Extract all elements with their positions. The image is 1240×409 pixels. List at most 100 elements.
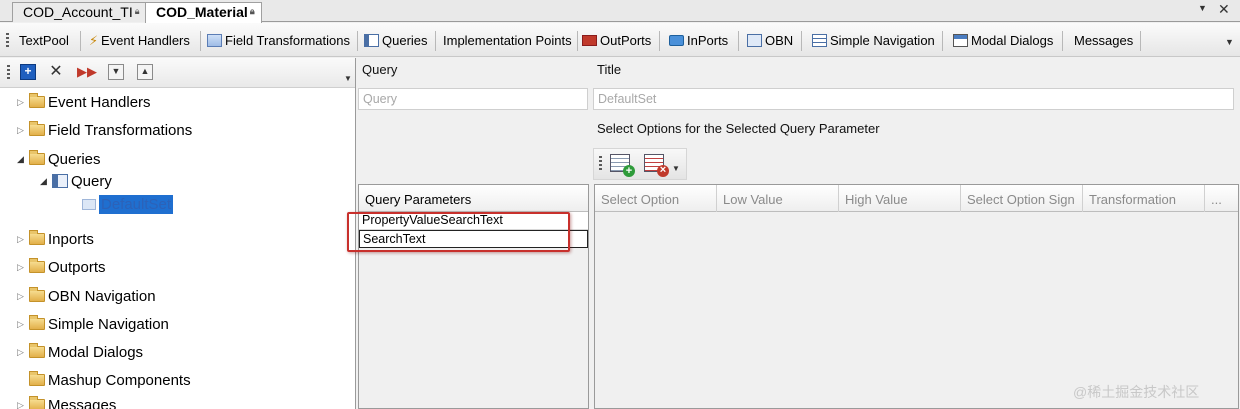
pin-icon[interactable]: 🔒︎ [135,6,140,16]
toolbar-separator [577,31,578,51]
toolbar-label: Messages [1074,32,1134,48]
select-options-label: Select Options for the Selected Query Pa… [597,121,880,136]
add-icon[interactable]: + [20,64,36,80]
toolbar-separator [738,31,739,51]
tree-node-label: DefaultSet [101,195,172,213]
select-options-toolbar: ▼ [593,148,687,180]
toolbar-overflow-icon[interactable]: ▼ [344,74,352,83]
expand-arrow-icon[interactable]: ▷ [17,400,29,409]
dataset-icon [82,198,96,210]
tree-pane: + ✕ ▶▶ ▼ ▲ ▼ ▷ Event Handlers ▷ Field Tr… [0,58,356,409]
query-parameters-grid: Query Parameters PropertyValueSearchText… [347,184,589,409]
expand-arrow-icon[interactable]: ▷ [17,319,29,330]
toolbar-label: Field Transformations [225,32,350,48]
tree-node-event-handlers[interactable]: ▷ Event Handlers [17,91,151,113]
tree-node-field-transformations[interactable]: ▷ Field Transformations [17,119,192,141]
tree-node-obn-navigation[interactable]: ▷ OBN Navigation [17,285,156,307]
expand-arrow-icon[interactable]: ▷ [17,234,29,245]
close-icon[interactable]: ✕ [1218,1,1230,18]
toolbar-simple-navigation-button[interactable]: Simple Navigation [812,30,935,50]
toolbar-overflow-icon[interactable]: ▼ [1225,37,1234,47]
toolbar-queries-button[interactable]: Queries [364,30,428,50]
watermark: @稀土掘金技术社区 [1073,384,1200,400]
tree-node-label: Field Transformations [48,121,193,139]
toolbar-label: OutPorts [600,32,652,48]
tree-node-label: Event Handlers [48,93,151,111]
tree-node-label: Queries [48,150,101,168]
query-field[interactable]: Query [358,88,588,110]
toolbar-separator [357,31,358,51]
folder-icon [29,315,45,330]
folder-icon [29,230,45,245]
tree-node-queries[interactable]: ◢ Queries [17,148,101,170]
tree-node-query[interactable]: ◢ Query [40,170,112,192]
tree-node-label: OBN Navigation [48,287,156,305]
toolbar-separator [200,31,201,51]
toolbar-obn-button[interactable]: OBN [747,30,793,50]
tree-node-messages[interactable]: ▷ Messages [17,394,116,409]
toolbar-separator [942,31,943,51]
selected-node-highlight: DefaultSet [99,194,174,214]
collapse-all-icon[interactable]: ▲ [137,64,153,80]
toolbar-event-handlers-button[interactable]: ⚡︎ Event Handlers [89,30,190,50]
tab-list-dropdown-icon[interactable]: ▼ [1198,3,1207,13]
query-parameters-header[interactable]: Query Parameters [359,185,588,212]
toolbar-overflow-icon[interactable]: ▼ [672,164,680,173]
tree-node-defaultset[interactable]: DefaultSet [82,193,174,215]
toolbar-grip[interactable] [599,156,602,172]
column-header-select-option-sign[interactable]: Select Option Sign [961,185,1083,212]
tab-cod-account-ti[interactable]: COD_Account_TI 🔒︎ [12,2,147,22]
add-row-icon[interactable] [610,154,635,177]
column-header-more[interactable]: ... [1205,185,1238,212]
toolbar-label: InPorts [687,32,729,48]
component-tree: ▷ Event Handlers ▷ Field Transformations… [0,88,355,409]
column-header-high-value[interactable]: High Value [839,185,961,212]
toolbar-outports-button[interactable]: OutPorts [582,30,651,50]
expand-arrow-icon[interactable]: ▷ [17,97,29,108]
toolbar-messages-button[interactable]: Messages [1074,30,1133,50]
tree-node-mashup-components[interactable]: Mashup Components [29,369,191,391]
tree-node-modal-dialogs[interactable]: ▷ Modal Dialogs [17,341,143,363]
expand-all-icon[interactable]: ▼ [108,64,124,80]
folder-icon [29,371,45,386]
toolbar-textpool-button[interactable]: TextPool [19,30,69,50]
toolbar-separator [801,31,802,51]
select-options-header: Select Option Low Value High Value Selec… [595,185,1238,212]
toolbar-separator [659,31,660,51]
folder-icon [29,287,45,302]
title-field[interactable]: DefaultSet [593,88,1234,110]
folder-icon [29,258,45,273]
app-window: COD_Account_TI 🔒︎ COD_Material 🔒︎ ▼ ✕ Text… [0,0,1240,409]
toolbar-label: Implementation Points [443,32,572,48]
tree-node-simple-navigation[interactable]: ▷ Simple Navigation [17,313,169,335]
tree-node-label: Mashup Components [48,371,191,389]
pin-icon[interactable]: 🔒︎ [250,6,255,16]
toolbar-label: OBN [765,32,794,48]
toolbar-grip[interactable] [7,65,10,81]
column-header-select-option[interactable]: Select Option [595,185,717,212]
expand-arrow-icon[interactable]: ▷ [17,262,29,273]
collapse-arrow-icon[interactable]: ◢ [40,176,52,187]
tree-toolbar: + ✕ ▶▶ ▼ ▲ ▼ [0,58,355,88]
toolbar-field-transformations-button[interactable]: Field Transformations [207,30,350,50]
tree-node-outports[interactable]: ▷ Outports [17,256,106,278]
toolbar-separator [80,31,81,51]
dialog-icon [953,33,968,47]
collapse-arrow-icon[interactable]: ◢ [17,154,29,165]
toolbar-implementation-points-button[interactable]: Implementation Points [443,30,572,50]
expand-arrow-icon[interactable]: ▷ [17,291,29,302]
tab-cod-material[interactable]: COD_Material 🔒︎ [145,2,262,23]
column-header-low-value[interactable]: Low Value [717,185,839,212]
delete-icon[interactable]: ✕ [48,64,64,80]
delete-row-icon[interactable] [644,154,669,177]
toolbar-modal-dialogs-button[interactable]: Modal Dialogs [953,30,1053,50]
folder-icon [29,343,45,358]
expand-arrow-icon[interactable]: ▷ [17,347,29,358]
select-options-grid: Select Option Low Value High Value Selec… [594,184,1239,409]
execute-icon[interactable]: ▶▶ [77,64,97,80]
toolbar-grip[interactable] [6,33,9,49]
column-header-transformation[interactable]: Transformation [1083,185,1205,212]
expand-arrow-icon[interactable]: ▷ [17,125,29,136]
toolbar-inports-button[interactable]: InPorts [669,30,728,50]
tree-node-inports[interactable]: ▷ Inports [17,228,94,250]
